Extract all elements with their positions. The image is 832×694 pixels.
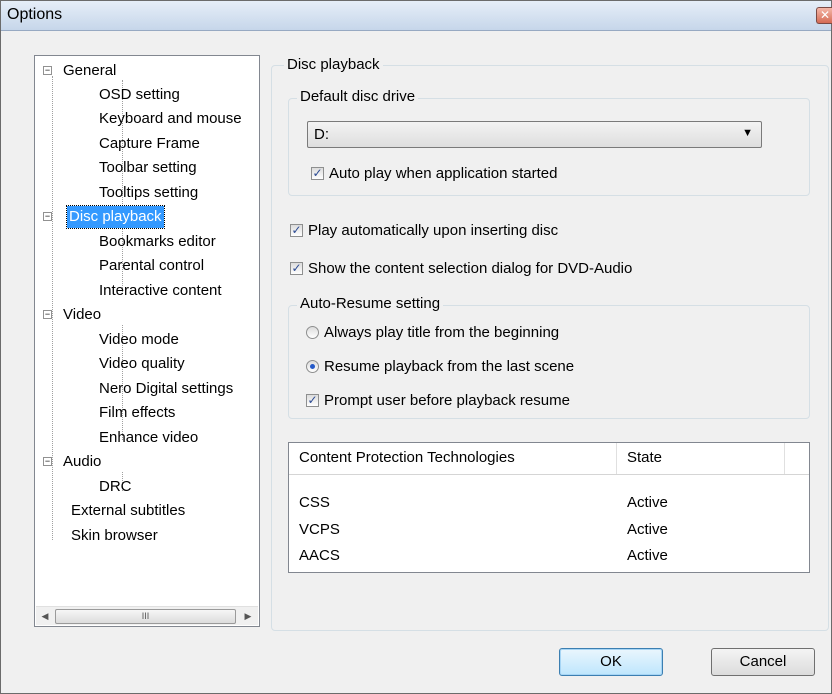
tree-item-label: General [63,62,117,79]
prompt-before-resume-label: Prompt user before playback resume [324,392,570,409]
tree-item-label: Film effects [99,404,176,421]
tree-item-skin-browser[interactable]: Skin browser [69,525,160,547]
checkbox-checked-icon: ✓ [290,223,303,237]
tree-item-disc-playback[interactable]: − Disc playback [43,205,165,229]
auto-resume-title: Auto-Resume setting [297,295,444,312]
cell-state: Active [627,494,668,511]
table-row[interactable]: AACS Active [289,544,809,568]
tree-horizontal-scrollbar[interactable]: ◀ III ▶ [36,606,258,625]
tree-item-label: Video [63,306,102,323]
tree-item-nero-digital-settings[interactable]: Nero Digital settings [97,378,235,400]
disc-drive-value: D: [314,126,329,143]
tree-item-toolbar-setting[interactable]: Toolbar setting [97,157,199,179]
tree-item-label: Bookmarks editor [99,233,216,250]
tree-item-enhance-video[interactable]: Enhance video [97,427,200,449]
show-selection-dialog-label: Show the content selection dialog for DV… [308,260,633,277]
tree-item-label: Audio [63,453,102,470]
cell-state: Active [627,547,668,564]
disc-drive-select[interactable]: D: ▼ [307,121,762,148]
tree-item-label: DRC [99,478,132,495]
tree-item-video[interactable]: − Video [43,304,103,326]
cell-technology: CSS [299,494,330,511]
tree-item-label: Skin browser [71,527,158,544]
tree-item-video-mode[interactable]: Video mode [97,329,181,351]
chevron-down-icon: ▼ [742,127,753,139]
close-icon: ✕ [819,8,831,22]
tree-item-external-subtitles[interactable]: External subtitles [69,500,187,522]
collapse-icon[interactable]: − [43,457,52,466]
radio-unselected-icon [306,326,319,339]
checkbox-checked-icon: ✓ [306,393,319,407]
collapse-icon[interactable]: − [43,310,52,319]
tree-item-label: Keyboard and mouse [99,110,242,127]
tree-item-capture-frame[interactable]: Capture Frame [97,133,202,155]
tree-item-label: Tooltips setting [99,184,199,201]
tree-item-label: Enhance video [99,429,199,446]
radio-label: Resume playback from the last scene [324,358,575,375]
cell-technology: VCPS [299,521,340,538]
cancel-button[interactable]: Cancel [711,648,815,676]
content-protection-list[interactable]: Content Protection Technologies State CS… [288,442,810,573]
title-bar: Options ✕ [1,1,832,31]
window-title: Options [7,6,63,23]
panel-title: Disc playback [284,56,383,73]
column-header-state[interactable]: State [617,443,785,474]
tree-item-label: Interactive content [99,282,222,299]
list-header: Content Protection Technologies State [289,443,809,475]
scroll-right-icon[interactable]: ▶ [239,608,257,625]
tree-item-label: Parental control [99,257,205,274]
tree-item-video-quality[interactable]: Video quality [97,353,187,375]
play-auto-insert-label: Play automatically upon inserting disc [308,222,559,239]
checkbox-checked-icon: ✓ [290,261,303,275]
scroll-grip-icon: III [141,611,150,621]
default-disc-drive-title: Default disc drive [297,88,419,105]
table-row[interactable]: CSS Active [289,491,809,515]
column-header-technology[interactable]: Content Protection Technologies [289,443,617,474]
tree-item-drc[interactable]: DRC [97,476,134,498]
cell-state: Active [627,521,668,538]
tree-item-osd-setting[interactable]: OSD setting [97,84,182,106]
tree-item-general[interactable]: − General [43,60,118,82]
close-button[interactable]: ✕ [816,7,832,24]
radio-selected-icon [306,360,319,373]
tree-item-label: External subtitles [71,502,186,519]
collapse-icon[interactable]: − [43,212,52,221]
radio-label: Always play title from the beginning [324,324,560,341]
ok-button[interactable]: OK [559,648,663,676]
tree-item-keyboard-mouse[interactable]: Keyboard and mouse [97,108,244,130]
tree-item-label: Video quality [99,355,185,372]
tree-item-label: Toolbar setting [99,159,197,176]
tree-item-label: Video mode [99,331,179,348]
collapse-icon[interactable]: − [43,66,52,75]
tree-item-parental-control[interactable]: Parental control [97,255,206,277]
options-dialog: Options ✕ − General OSD setting Keyboard… [0,0,832,694]
checkbox-checked-icon: ✓ [311,166,324,180]
tree-item-audio[interactable]: − Audio [43,451,103,473]
tree-item-interactive-content[interactable]: Interactive content [97,280,224,302]
scrollbar-thumb[interactable]: III [55,609,236,624]
tree-item-label: Disc playback [66,205,165,229]
tree-item-tooltips-setting[interactable]: Tooltips setting [97,182,200,204]
tree-item-label: Capture Frame [99,135,200,152]
tree-item-bookmarks-editor[interactable]: Bookmarks editor [97,231,218,253]
options-tree[interactable]: − General OSD setting Keyboard and mouse… [34,55,260,627]
table-row[interactable]: VCPS Active [289,518,809,542]
tree-item-film-effects[interactable]: Film effects [97,402,177,424]
scroll-left-icon[interactable]: ◀ [36,608,54,625]
auto-play-label: Auto play when application started [329,165,558,182]
tree-item-label: OSD setting [99,86,180,103]
tree-item-label: Nero Digital settings [99,380,234,397]
cell-technology: AACS [299,547,340,564]
